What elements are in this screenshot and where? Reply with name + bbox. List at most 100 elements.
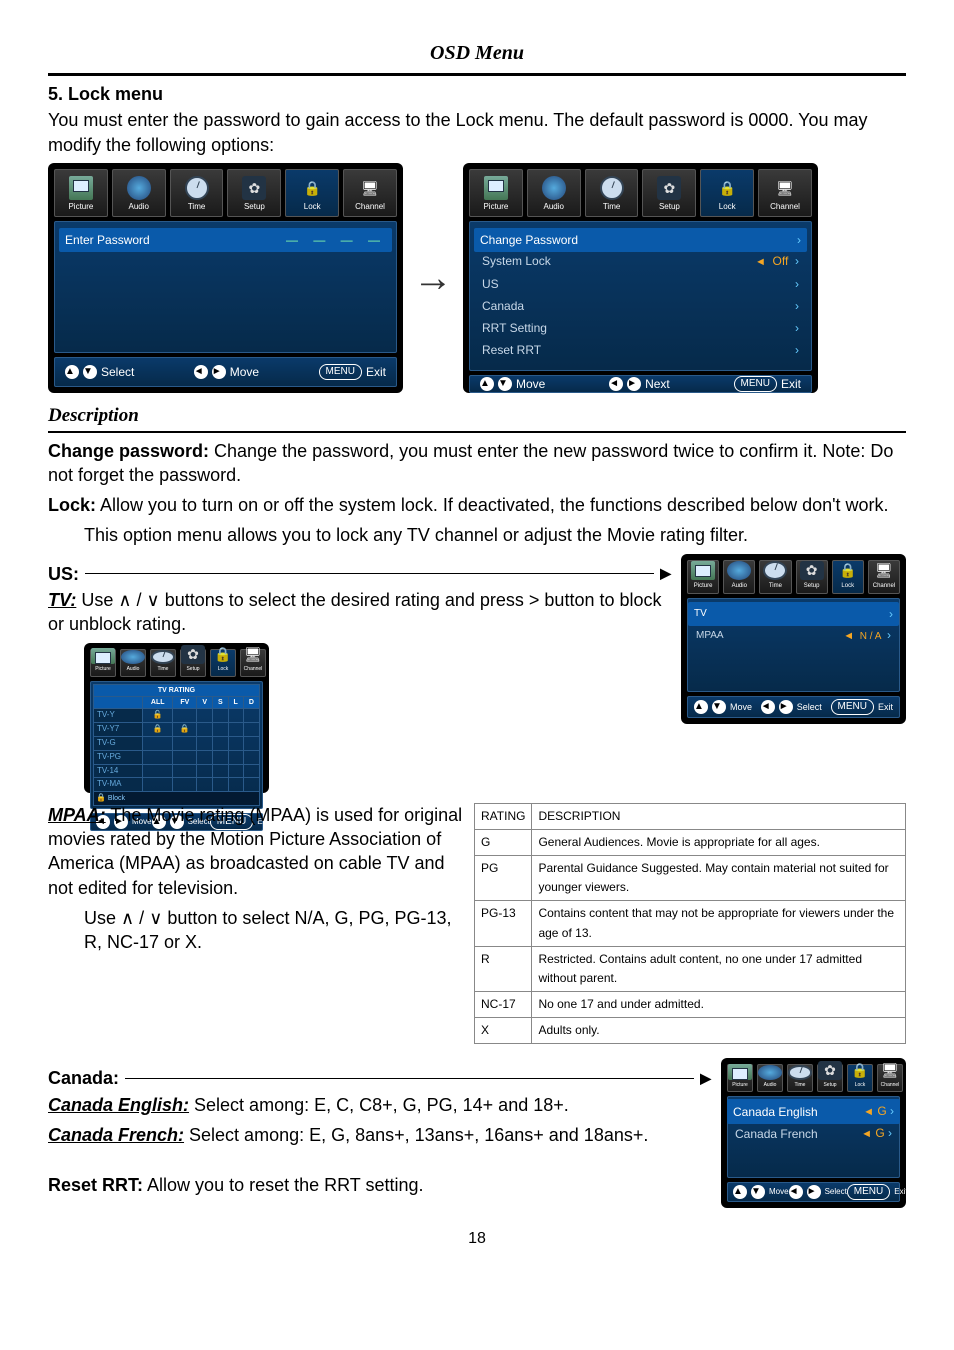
- chevron-right-icon: ›: [888, 1126, 892, 1140]
- enter-password-row[interactable]: Enter Password — — — —: [59, 228, 392, 252]
- tab-label: Audio: [127, 666, 140, 673]
- arrowhead-right-icon: ▶: [660, 564, 671, 583]
- footer-move: ◄► Move: [194, 364, 259, 380]
- updown-icon: ▲: [65, 365, 79, 379]
- menu-item-system-lock[interactable]: System Lock◄ Off ›: [480, 250, 801, 273]
- time-icon: [763, 561, 787, 580]
- tab-picture[interactable]: Picture: [687, 560, 719, 594]
- leftright-icon: ◄: [194, 365, 208, 379]
- lock-icon: [848, 1061, 872, 1080]
- tab-lock[interactable]: Lock: [210, 649, 236, 677]
- tab-picture[interactable]: Picture: [727, 1064, 753, 1092]
- tab-lock[interactable]: Lock: [847, 1064, 873, 1092]
- tab-audio[interactable]: Audio: [112, 169, 166, 217]
- menu-item-mpaa[interactable]: MPAA◄ N / A ›: [694, 624, 893, 647]
- footer-exit: MENU Exit: [319, 364, 386, 380]
- menu-pill: MENU: [831, 699, 874, 715]
- desc-canada-english: Canada English: Select among: E, C, C8+,…: [48, 1093, 711, 1117]
- lock-icon: [211, 645, 235, 664]
- grid-row[interactable]: TV-Y🔓: [94, 709, 260, 723]
- lock-icon: [715, 176, 739, 200]
- rating-grid-body: TV RATING ALL FV V S L D TV-Y🔓 TV-Y7🔒🔒 T…: [90, 681, 263, 809]
- mpaa-lead: MPAA:: [48, 805, 106, 825]
- tab-label: Lock: [841, 582, 854, 590]
- tab-picture[interactable]: Picture: [90, 649, 116, 677]
- us-label: US:: [48, 562, 79, 586]
- tab-channel[interactable]: Channel: [240, 649, 266, 677]
- tab-label: Setup: [186, 666, 199, 673]
- tab-label: Channel: [355, 202, 385, 213]
- mpaa-section: MPAA: The Movie rating (MPAA) is used fo…: [48, 803, 906, 1045]
- tab-picture[interactable]: Picture: [54, 169, 108, 217]
- menu-item-tv[interactable]: TV›: [688, 602, 899, 626]
- grid-col: ALL: [143, 697, 173, 709]
- canada-fr-lead: Canada French:: [48, 1125, 184, 1145]
- menu-item-canada[interactable]: Canada›: [480, 295, 801, 317]
- tv-text: Use ∧ / ∨ buttons to select the desired …: [48, 590, 662, 634]
- grid-row[interactable]: TV-14: [94, 764, 260, 778]
- tab-channel[interactable]: Channel: [868, 560, 900, 594]
- tab-label: Time: [188, 202, 205, 213]
- table-row: PG-13Contains content that may not be ap…: [475, 901, 906, 946]
- tab-audio[interactable]: Audio: [757, 1064, 783, 1092]
- tab-time[interactable]: Time: [150, 649, 176, 677]
- footer-exit: MENU Exit: [831, 699, 893, 715]
- us-section: US: ▶ TV: Use ∧ / ∨ buttons to select th…: [48, 554, 906, 793]
- tab-channel[interactable]: Channel: [758, 169, 812, 217]
- value: G: [875, 1126, 884, 1140]
- menu-item-us[interactable]: US›: [480, 273, 801, 295]
- tab-time[interactable]: Time: [787, 1064, 813, 1092]
- desc-reset-rrt: Reset RRT: Allow you to reset the RRT se…: [48, 1173, 711, 1197]
- tab-audio[interactable]: Audio: [723, 560, 755, 594]
- tab-setup[interactable]: Setup: [227, 169, 281, 217]
- menu-item-rrt-setting[interactable]: RRT Setting›: [480, 317, 801, 339]
- desc-change-password: Change password: Change the password, yo…: [48, 439, 906, 488]
- tab-label: Lock: [719, 202, 736, 213]
- tv-rating-grid: TV RATING ALL FV V S L D TV-Y🔓 TV-Y7🔒🔒 T…: [93, 684, 260, 806]
- grid-row[interactable]: TV-G: [94, 737, 260, 751]
- tab-lock[interactable]: Lock: [700, 169, 754, 217]
- grid-col: FV: [173, 697, 197, 709]
- osd-tabs: Picture Audio Time Setup Lock Channel: [469, 169, 812, 217]
- tab-audio[interactable]: Audio: [527, 169, 581, 217]
- osd-body: Change Password› System Lock◄ Off › US› …: [469, 221, 812, 371]
- osd-tabs: Picture Audio Time Setup Lock Channel: [687, 560, 900, 594]
- grid-row[interactable]: TV-PG: [94, 750, 260, 764]
- chevron-right-icon: ›: [889, 606, 893, 622]
- desc-lock: Lock: Allow you to turn on or off the sy…: [48, 493, 906, 517]
- tab-setup[interactable]: Setup: [642, 169, 696, 217]
- tab-time[interactable]: Time: [170, 169, 224, 217]
- tab-picture[interactable]: Picture: [469, 169, 523, 217]
- tab-channel[interactable]: Channel: [343, 169, 397, 217]
- grid-row[interactable]: TV-MA: [94, 778, 260, 792]
- tab-time[interactable]: Time: [585, 169, 639, 217]
- chevron-right-icon: ›: [795, 298, 799, 314]
- table-row: RRestricted. Contains adult content, no …: [475, 946, 906, 991]
- grid-row[interactable]: TV-Y7🔒🔒: [94, 723, 260, 737]
- rating-table: RATINGDESCRIPTION GGeneral Audiences. Mo…: [474, 803, 906, 1045]
- page-header: OSD Menu: [48, 40, 906, 76]
- tab-audio[interactable]: Audio: [120, 649, 146, 677]
- grid-col: L: [228, 697, 243, 709]
- page-number: 18: [48, 1228, 906, 1250]
- table-row: GGeneral Audiences. Movie is appropriate…: [475, 829, 906, 855]
- audio-icon: [727, 561, 751, 580]
- tab-time[interactable]: Time: [759, 560, 791, 594]
- grid-col: V: [197, 697, 213, 709]
- tab-channel[interactable]: Channel: [877, 1064, 903, 1092]
- tab-lock[interactable]: Lock: [285, 169, 339, 217]
- tab-setup[interactable]: Setup: [817, 1064, 843, 1092]
- menu-item-canada-english[interactable]: Canada English◄ G ›: [727, 1099, 900, 1124]
- chevron-right-icon: ›: [795, 254, 799, 268]
- tab-lock[interactable]: Lock: [832, 560, 864, 594]
- channel-icon: [358, 176, 382, 200]
- menu-pill: MENU: [847, 1184, 890, 1200]
- menu-item-canada-french[interactable]: Canada French◄ G ›: [733, 1122, 894, 1145]
- tab-setup[interactable]: Setup: [796, 560, 828, 594]
- footer-move: ▲▼Move: [694, 700, 752, 714]
- th-rating: RATING: [475, 803, 532, 829]
- menu-item-reset-rrt[interactable]: Reset RRT›: [480, 339, 801, 361]
- setup-icon: [800, 561, 824, 580]
- menu-item-change-password[interactable]: Change Password›: [474, 228, 807, 252]
- tab-setup[interactable]: Setup: [180, 649, 206, 677]
